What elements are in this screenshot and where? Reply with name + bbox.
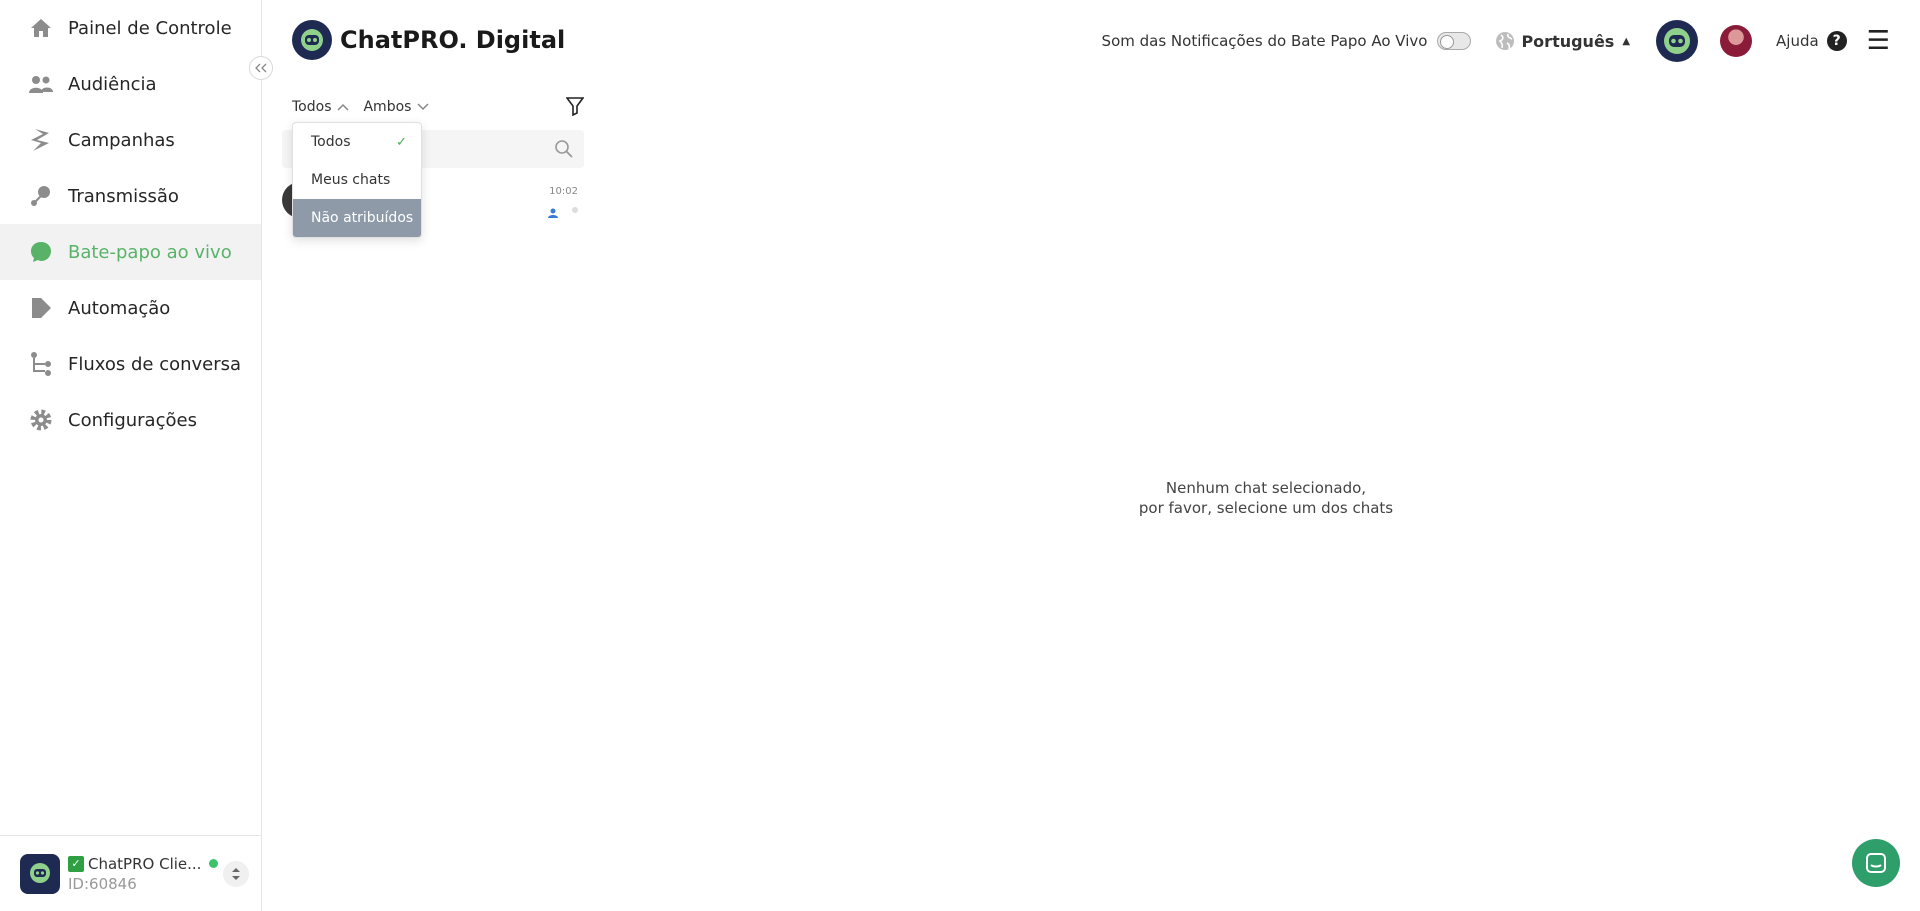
globe-icon (1496, 32, 1515, 50)
sidebar-item-label: Bate-papo ao vivo (68, 241, 232, 263)
sidebar-item-label: Painel de Controle (68, 17, 232, 39)
users-icon (28, 71, 54, 97)
language-label: Português (1521, 31, 1615, 51)
flow-icon (28, 351, 54, 377)
account-switcher[interactable]: ✓ ChatPRO Clie... ID:60846 (0, 835, 261, 911)
help-label[interactable]: Ajuda (1776, 32, 1819, 50)
search-icon[interactable] (554, 139, 574, 163)
user-avatar[interactable] (1720, 25, 1753, 57)
sidebar-item-label: Automação (68, 297, 171, 319)
language-selector[interactable]: Português ▲ (1495, 31, 1630, 51)
chevron-down-icon (417, 101, 429, 114)
sidebar: Painel de Controle Audiência Campanhas T… (0, 0, 262, 911)
account-switch-icon[interactable] (223, 860, 249, 887)
sidebar-item-label: Campanhas (68, 129, 175, 151)
support-chat-button[interactable] (1852, 839, 1900, 887)
status-filter-label: Todos (292, 99, 332, 115)
sidebar-item-label: Fluxos de conversa (68, 353, 242, 375)
sidebar-item-label: Audiência (68, 73, 157, 95)
sidebar-item-transmissao[interactable]: Transmissão (0, 168, 261, 224)
home-icon (28, 15, 54, 41)
verified-check-icon: ✓ (68, 855, 84, 872)
sidebar-item-label: Configurações (68, 409, 197, 431)
brand-logo (292, 20, 332, 60)
hamburger-menu-icon[interactable]: ☰ (1867, 26, 1890, 56)
sidebar-item-fluxos[interactable]: Fluxos de conversa (0, 336, 261, 392)
brand[interactable]: ChatPRO. Digital (292, 20, 565, 60)
status-filter[interactable]: Todos (292, 99, 350, 115)
account-name: ChatPRO Clie... (88, 854, 202, 873)
broadcast-icon (28, 183, 54, 209)
sidebar-item-automacao[interactable]: Automação (0, 280, 261, 336)
account-logo (20, 853, 60, 894)
channel-filter-label: Ambos (363, 99, 412, 115)
chat-filters: Todos Ambos (282, 90, 585, 124)
empty-state-line-1: Nenhum chat selecionado, (1165, 479, 1367, 497)
header-actions: Som das Notificações do Bate Papo Ao Viv… (1102, 20, 1890, 62)
sidebar-item-configuracoes[interactable]: Configurações (0, 392, 261, 448)
dropdown-option-todos[interactable]: Todos (293, 123, 421, 161)
sidebar-item-label: Transmissão (68, 185, 179, 207)
empty-chat-state: Nenhum chat selecionado, por favor, sele… (1080, 478, 1452, 518)
account-info: ✓ ChatPRO Clie... ID:60846 (68, 855, 223, 893)
account-id: ID:60846 (68, 874, 137, 893)
online-status-dot (209, 859, 219, 868)
chat-status-dot (572, 207, 578, 213)
assigned-user-icon (548, 203, 558, 218)
account-name-row: ✓ ChatPRO Clie... (68, 855, 223, 873)
chat-icon (1866, 853, 1886, 873)
megaphone-icon (28, 127, 54, 153)
double-chevron-left-icon (255, 63, 267, 73)
sidebar-item-bate-papo[interactable]: Bate-papo ao vivo (0, 224, 261, 280)
sidebar-item-painel-de-controle[interactable]: Painel de Controle (0, 0, 261, 56)
chevron-up-icon (337, 101, 350, 114)
notification-sound-toggle[interactable] (1437, 32, 1472, 50)
dropdown-option-meus-chats[interactable]: Meus chats (293, 161, 421, 199)
caret-up-icon: ▲ (1622, 35, 1631, 47)
empty-state-line-2: por favor, selecione um dos chats (1138, 499, 1394, 517)
help-icon[interactable]: ? (1826, 31, 1847, 51)
brand-name: ChatPRO. Digital (340, 26, 566, 54)
sidebar-nav: Painel de Controle Audiência Campanhas T… (0, 0, 261, 448)
tag-icon (28, 295, 54, 321)
header: ChatPRO. Digital Som das Notificações do… (262, 0, 1920, 82)
bot-logo-button[interactable] (1656, 20, 1699, 62)
dropdown-option-nao-atribuidos[interactable]: Não atribuídos (293, 199, 421, 237)
filter-icon[interactable] (565, 96, 585, 120)
sidebar-item-campanhas[interactable]: Campanhas (0, 112, 261, 168)
sidebar-item-audiencia[interactable]: Audiência (0, 56, 261, 112)
notification-sound-label: Som das Notificações do Bate Papo Ao Viv… (1101, 32, 1428, 50)
sidebar-collapse-button[interactable] (249, 56, 273, 80)
gear-icon (28, 407, 54, 433)
status-filter-dropdown: Todos Meus chats Não atribuídos (292, 122, 422, 238)
channel-filter[interactable]: Ambos (363, 99, 429, 115)
chat-bubble-icon (28, 239, 54, 265)
chat-time: 10:02 (549, 186, 578, 197)
